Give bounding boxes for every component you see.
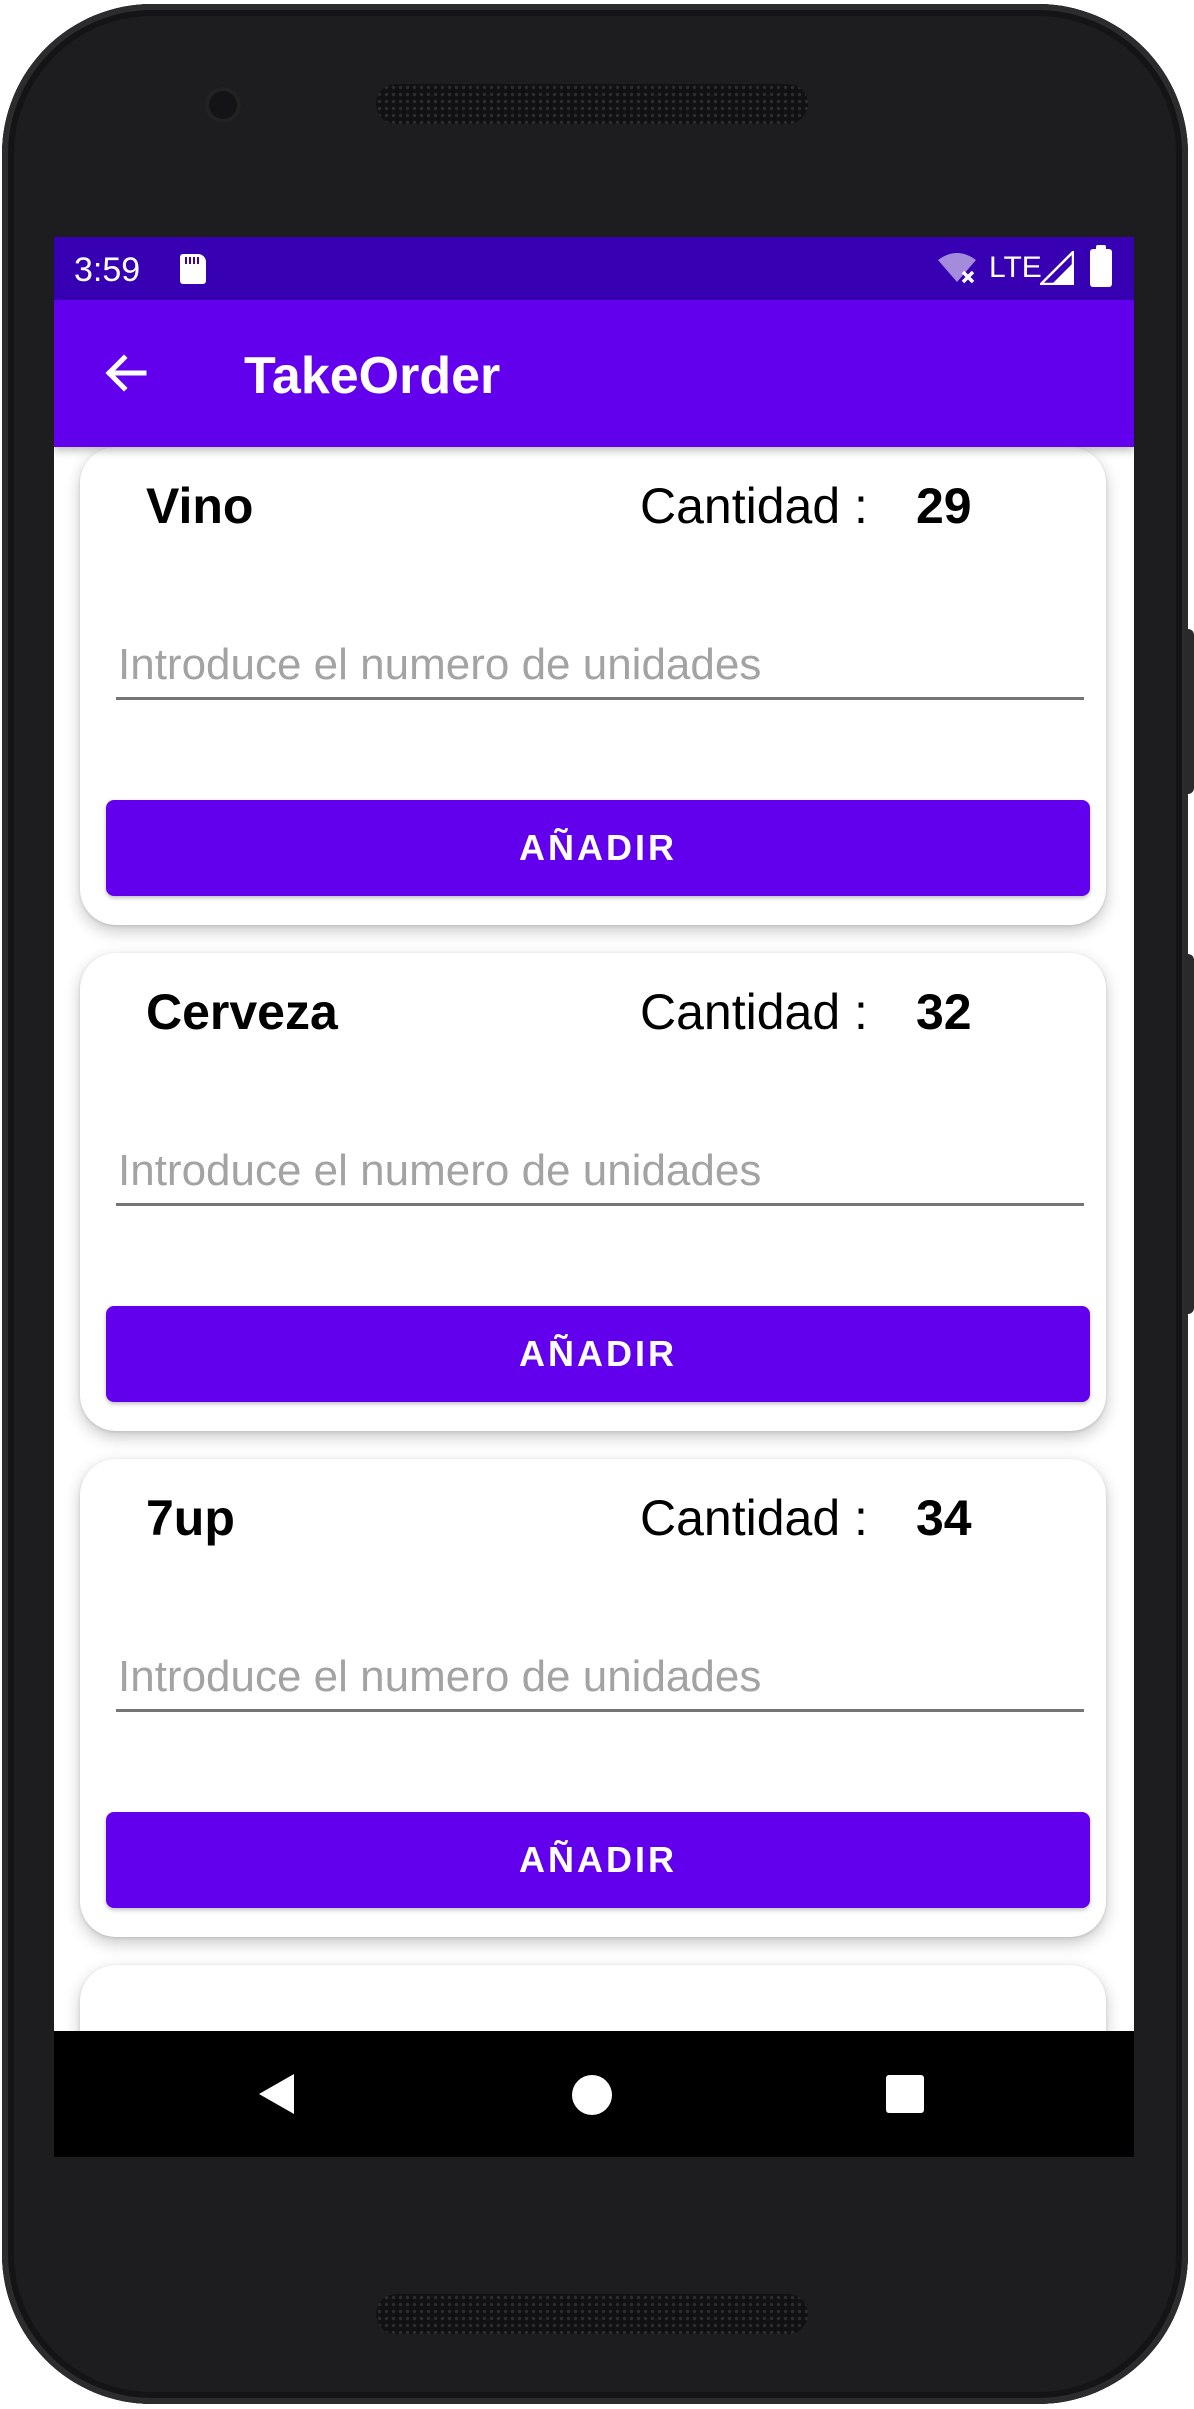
quantity-value: 32 bbox=[916, 984, 972, 1040]
arrow-back-icon[interactable] bbox=[96, 343, 156, 403]
product-name: Vino bbox=[146, 478, 254, 534]
status-bar: 3:59 LTE bbox=[54, 237, 1134, 300]
network-label: LTE bbox=[989, 251, 1042, 284]
top-speaker bbox=[376, 84, 808, 124]
nav-back-icon[interactable] bbox=[254, 2071, 300, 2117]
page-title: TakeOrder bbox=[244, 347, 501, 405]
nav-recents-icon[interactable] bbox=[886, 2075, 924, 2113]
units-input[interactable] bbox=[116, 1645, 1084, 1712]
quantity-value: 29 bbox=[916, 478, 972, 534]
front-camera bbox=[205, 87, 241, 123]
phone-frame: 3:59 LTE TakeOrder Vino Cantidad : 29 In… bbox=[2, 4, 1194, 2404]
add-button[interactable]: AÑADIR bbox=[106, 1812, 1090, 1908]
quantity-label: Cantidad : bbox=[640, 478, 868, 534]
power-button bbox=[1184, 629, 1194, 794]
units-input[interactable] bbox=[116, 633, 1084, 700]
quantity-label: Cantidad : bbox=[640, 984, 868, 1040]
product-card: Vino Cantidad : 29 AÑADIR bbox=[80, 447, 1106, 925]
sd-card-icon bbox=[180, 254, 206, 284]
bottom-speaker bbox=[376, 2294, 808, 2334]
product-card: Cerveza Cantidad : 32 AÑADIR bbox=[80, 953, 1106, 1431]
navigation-bar bbox=[54, 2031, 1134, 2157]
screen: 3:59 LTE TakeOrder Vino Cantidad : 29 In… bbox=[54, 237, 1134, 2157]
product-name: Cerveza bbox=[146, 984, 338, 1040]
add-button[interactable]: AÑADIR bbox=[106, 1306, 1090, 1402]
quantity-label: Cantidad : bbox=[640, 1490, 868, 1546]
quantity-value: 34 bbox=[916, 1490, 972, 1546]
volume-button bbox=[1184, 954, 1194, 1314]
product-name: 7up bbox=[146, 1490, 235, 1546]
app-bar: TakeOrder bbox=[54, 300, 1134, 447]
units-input[interactable] bbox=[116, 1139, 1084, 1206]
nav-home-icon[interactable] bbox=[572, 2075, 612, 2115]
add-button[interactable]: AÑADIR bbox=[106, 800, 1090, 896]
product-card: 7up Cantidad : 34 AÑADIR bbox=[80, 1459, 1106, 1937]
wifi-off-icon bbox=[938, 253, 976, 284]
status-time: 3:59 bbox=[74, 251, 141, 289]
signal-icon bbox=[1040, 251, 1074, 285]
product-list[interactable]: Vino Cantidad : 29 AÑADIR Cerveza Cantid… bbox=[54, 447, 1134, 2157]
battery-icon bbox=[1090, 245, 1112, 287]
